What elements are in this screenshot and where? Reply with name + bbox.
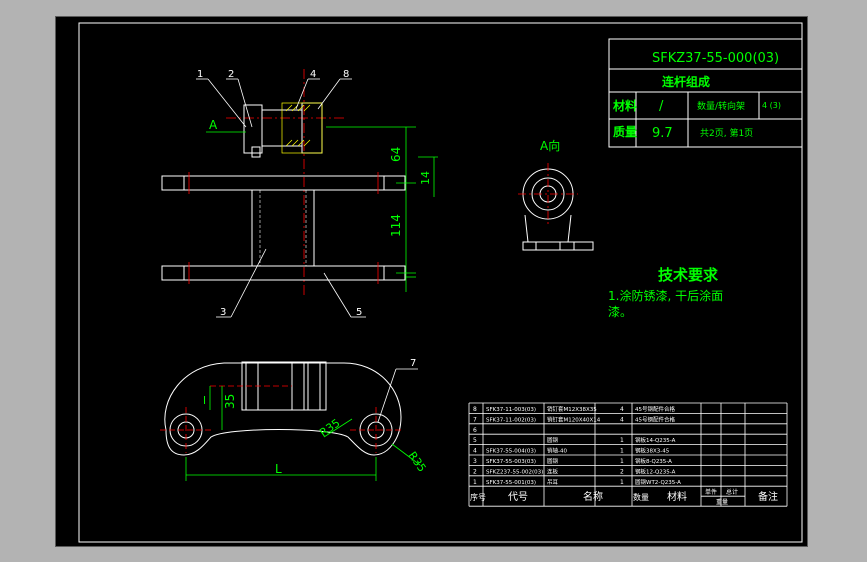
bom-name: 销钉套M120X40X14	[547, 415, 601, 423]
material-label: 材料	[612, 98, 637, 113]
dim-L: L	[275, 462, 282, 476]
sheet-info: 共2页, 第1页	[700, 127, 753, 139]
tech-line-1: 1.涂防锈漆, 干后涂面	[608, 288, 723, 303]
bom-header-seq: 序号	[470, 492, 486, 502]
drawing-number: SFKZ37-55-000(03)	[652, 51, 779, 66]
bom-seq: 8	[473, 406, 477, 413]
bom-name: 圆钢	[547, 436, 559, 444]
material-value: /	[659, 99, 664, 114]
bom-code: SFK37-55-001(03)	[486, 480, 536, 486]
bom-qty: 1	[620, 437, 624, 444]
bom-table: 8 SFK37-11-003(03) 销钉套M12X38X35 4 45号钢配件合格 7 S…	[468, 402, 788, 507]
bom-seq: 4	[473, 448, 477, 455]
bom-material: 钢板38X3-45	[635, 447, 670, 455]
quantity-value: 4 (3)	[762, 101, 781, 110]
balloon-3: 3	[220, 307, 226, 318]
tech-line-2: 漆。	[608, 305, 632, 319]
bom-header-remark: 备注	[758, 490, 778, 503]
dim-r35-b: R35	[406, 449, 429, 474]
rod-end	[243, 104, 263, 154]
bom-qty: 4	[620, 406, 624, 413]
bom-header-qty: 数量	[633, 492, 649, 502]
front-leaders	[196, 78, 366, 318]
bom-seq: 7	[473, 416, 477, 423]
bom-material: 45号钢配件合格	[635, 415, 675, 423]
cad-viewport: SFKZ37-55-000(03) 连杆组成 材料 / 数量/转向架 4 (3)…	[0, 0, 867, 562]
bom-name: 销轴-40	[547, 447, 567, 455]
vertical-tube	[251, 189, 315, 267]
bom-name: 销钉套M12X38X35	[547, 405, 597, 413]
mass-label: 质量	[613, 124, 637, 139]
dim-35: 35	[223, 394, 237, 409]
drawing-svg: SFKZ37-55-000(03) 连杆组成 材料 / 数量/转向架 4 (3)…	[78, 22, 803, 543]
bom-name: 连板	[547, 467, 559, 475]
bom-material: 圆钢WT2-Q235-A	[635, 478, 681, 486]
section-a-label: A	[209, 118, 218, 132]
balloon-2: 2	[228, 69, 234, 80]
drawing-name: 连杆组成	[662, 74, 710, 89]
bom-qty: 1	[620, 448, 624, 455]
bom-seq: 1	[473, 479, 477, 486]
bom-material: 45号钢配件合格	[635, 405, 675, 413]
small-bolt	[251, 146, 261, 158]
bom-code: SFKZ237-55-002(03)	[486, 469, 543, 475]
bottom-plate	[161, 265, 406, 281]
tech-title: 技术要求	[658, 266, 719, 284]
balloon-4: 4	[310, 69, 316, 80]
dim-14: 14	[419, 171, 432, 185]
mass-value: 9.7	[652, 126, 673, 141]
quantity-label: 数量/转向架	[697, 100, 745, 112]
bom-code: SFK37-11-003(03)	[486, 407, 536, 413]
bom-header-code: 代号	[508, 491, 528, 503]
bom-seq: 2	[473, 468, 477, 475]
bom-code: SFK37-55-003(03)	[486, 459, 536, 465]
bom-header-name: 名称	[583, 490, 603, 503]
drawing-sheet: SFKZ37-55-000(03) 连杆组成 材料 / 数量/转向架 4 (3)…	[55, 16, 808, 547]
view-a-label: A向	[540, 138, 560, 153]
bom-qty: 2	[620, 468, 624, 475]
bom-qty: 1	[620, 458, 624, 465]
bom-qty: 1	[620, 479, 624, 486]
dim-114: 114	[389, 214, 403, 237]
dim-l: l	[203, 394, 206, 407]
bom-name: 圆钢	[547, 457, 559, 465]
bom-code: SFK37-55-004(03)	[486, 449, 536, 455]
bom-name: 吊耳	[547, 479, 559, 486]
pin-head	[301, 102, 323, 154]
balloon-5: 5	[356, 307, 362, 318]
bom-seq: 3	[473, 458, 477, 465]
bom-qty: 4	[620, 416, 624, 423]
front-dimensions	[326, 126, 438, 292]
dim-64: 64	[389, 147, 403, 162]
bom-material: 钢板12-Q235-A	[635, 467, 676, 475]
bom-header-total: 总计	[726, 488, 738, 496]
balloon-1: 1	[197, 69, 203, 80]
plan-view	[164, 361, 402, 456]
top-plate	[161, 175, 406, 191]
balloon-7: 7	[410, 358, 416, 369]
bom-header-material: 材料	[667, 490, 687, 503]
front-view: A	[161, 69, 406, 297]
bom-material: 钢板8-Q235-A	[635, 457, 672, 465]
bom-code: SFK37-11-002(03)	[486, 417, 536, 423]
bom-material: 钢板14-Q235-A	[635, 436, 676, 444]
view-a	[522, 168, 594, 251]
bom-seq: 5	[473, 437, 477, 444]
bom-header-unit: 单件	[705, 488, 717, 496]
balloon-8: 8	[343, 69, 349, 80]
bom-seq: 6	[473, 427, 477, 434]
bom-header-weight: 重量	[716, 498, 728, 506]
dim-r35-a: R35	[317, 416, 342, 439]
